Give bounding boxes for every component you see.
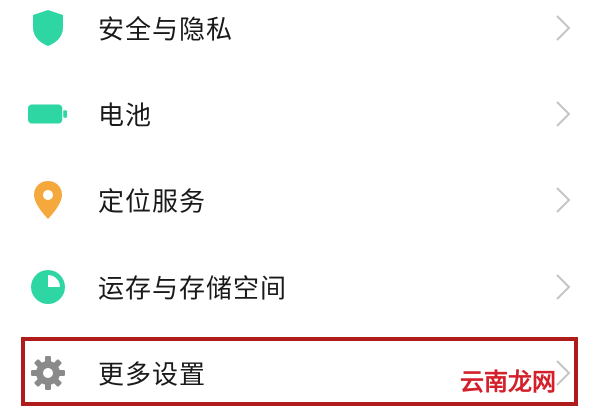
settings-item-label: 安全与隐私 — [98, 15, 234, 46]
settings-item-memory-storage[interactable]: 运存与存储空间 — [0, 245, 600, 329]
settings-item-label: 运存与存储空间 — [98, 274, 288, 305]
settings-item-label: 定位服务 — [98, 187, 207, 218]
watermark-text: 云南龙网 — [460, 368, 556, 396]
battery-icon — [28, 94, 68, 134]
settings-item-battery[interactable]: 电池 — [0, 72, 600, 156]
chevron-right-icon — [554, 273, 572, 301]
chevron-right-icon — [554, 186, 572, 214]
settings-item-security-privacy[interactable]: 安全与隐私 — [0, 0, 600, 70]
shield-icon — [28, 8, 68, 48]
chevron-right-icon — [554, 100, 572, 128]
chevron-right-icon — [554, 14, 572, 42]
settings-item-location-services[interactable]: 定位服务 — [0, 158, 600, 242]
location-pin-icon — [28, 180, 68, 220]
pie-chart-icon — [28, 267, 68, 307]
settings-item-label: 电池 — [98, 101, 153, 132]
